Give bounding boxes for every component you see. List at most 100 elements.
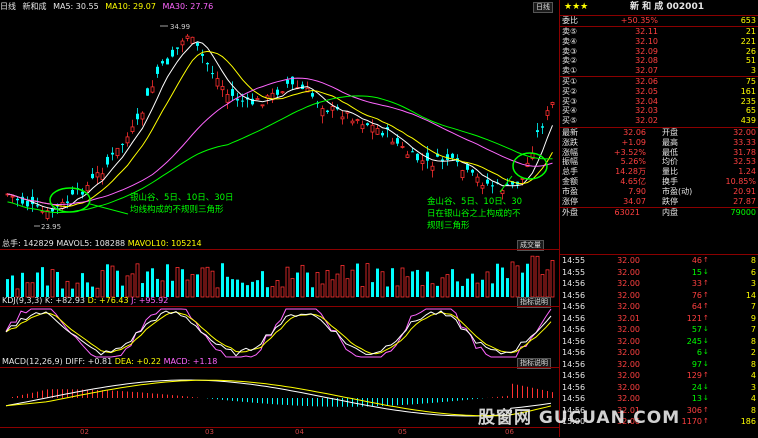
volume-bar <box>75 282 80 298</box>
bid-list: 买① 32.06 75 买② 32.05 161 买③ 32.04 235 买④ 32.03 65 买⑤… <box>560 76 758 126</box>
ask-volume: 3 <box>750 66 756 76</box>
candle-body <box>190 36 195 44</box>
arrow-down-icon: ↓ <box>703 325 709 333</box>
volume-bar <box>391 268 394 297</box>
volume-bar <box>156 278 159 297</box>
tick-count: 2 <box>750 348 756 357</box>
ask-label: 卖④ <box>562 36 578 46</box>
candle-body <box>71 189 74 195</box>
candle-body <box>206 63 209 65</box>
candle-body <box>340 116 345 120</box>
tick-count: 4 <box>750 394 756 403</box>
candle-body <box>370 124 375 133</box>
candle-body <box>201 53 204 56</box>
volume-bar <box>315 272 320 298</box>
volume-bar <box>405 276 410 298</box>
volume-bar <box>181 269 184 297</box>
candle-body <box>166 58 169 65</box>
volume-bar <box>411 271 414 297</box>
tick-time: 14:56 <box>562 348 586 357</box>
stat-value: +1.09 <box>621 137 646 147</box>
candle-body <box>475 176 480 183</box>
period-label[interactable]: 日线 <box>0 2 16 11</box>
volume-bar <box>50 269 55 298</box>
volume-bar <box>306 272 309 297</box>
volume-chart[interactable] <box>0 249 559 298</box>
volume-bar <box>21 272 24 297</box>
volume-bar <box>545 269 550 298</box>
volume-bar <box>215 287 220 298</box>
tick-count: 7 <box>750 325 756 334</box>
candle-body <box>95 172 100 178</box>
candle-body <box>400 146 405 148</box>
ask-price: 32.11 <box>635 27 658 36</box>
volume-bar <box>226 276 229 297</box>
ma10-line <box>7 50 553 208</box>
volume-bar <box>340 265 345 298</box>
tick-row: 14:56 32.00 129 4 ↑ <box>560 370 758 382</box>
volume-bar <box>30 282 35 298</box>
tick-volume: 97 <box>691 359 702 369</box>
ask-label: 卖⑤ <box>562 27 578 36</box>
stat-label-2: 开盘 <box>662 128 678 137</box>
quote-header: ★★★ 新 和 成 002001 <box>560 0 758 14</box>
stat-value-2: 20.91 <box>733 186 756 196</box>
volume-bar <box>166 264 169 297</box>
candle-body <box>10 195 15 198</box>
period-button[interactable]: 日线 <box>533 2 553 13</box>
candle-body <box>330 106 335 111</box>
ask-label: 卖② <box>562 56 578 66</box>
volume-bar <box>491 283 494 297</box>
candle-body <box>536 130 539 133</box>
ask-price: 32.07 <box>635 66 658 76</box>
stat-label: 市盈 <box>562 186 578 196</box>
ask-price: 32.10 <box>635 36 658 46</box>
macd-value: MACD: +1.18 <box>163 357 218 366</box>
arrow-up-icon: ↑ <box>703 405 709 414</box>
ask-label: 卖① <box>562 66 578 76</box>
volume-legend: 总手: 142829 MAVOL5: 108288 MAVOL10: 10521… <box>2 239 202 249</box>
candle-body <box>420 160 425 164</box>
stat-value-2: 32.00 <box>733 128 756 137</box>
volume-bar <box>550 260 555 298</box>
candle-body <box>215 78 220 87</box>
stat-label-2: 市盈(动) <box>662 186 693 196</box>
macd-chart[interactable] <box>0 367 559 428</box>
volume-bar <box>200 267 205 298</box>
ask-volume: 21 <box>745 27 756 36</box>
stock-terminal-window: 日线 新和成 MA5: 30.55 MA10: 29.07 MA30: 27.7… <box>0 0 758 437</box>
tick-time: 14:55 <box>562 267 586 277</box>
volume-bar <box>246 285 249 297</box>
bid-price: 32.02 <box>635 116 658 126</box>
bid-label: 买② <box>562 86 578 96</box>
outer-label: 外盘 <box>562 208 578 217</box>
annotation-gold-2: 日在银山谷之上构成的不 <box>427 209 521 219</box>
tick-count: 4 <box>750 371 756 380</box>
tick-count: 3 <box>750 382 756 392</box>
kdj-chart[interactable] <box>0 306 559 359</box>
candle-body <box>81 191 84 195</box>
volume-bar <box>365 263 370 298</box>
tick-list[interactable]: 14:55 32.00 46 8 ↑ 14:55 32.00 15 6 ↓ 14:56 32.00 33… <box>560 254 758 428</box>
candle-body <box>541 126 544 128</box>
volume-bar <box>151 268 154 297</box>
stat-label-2: 换手 <box>662 176 678 186</box>
kdj-d: D: +76.43 <box>87 296 129 305</box>
tick-count: 7 <box>750 302 756 311</box>
candle-body <box>320 108 325 117</box>
tick-count: 8 <box>750 336 756 346</box>
bid-price: 32.04 <box>635 96 658 106</box>
volume-bar <box>6 279 9 297</box>
candle-body <box>156 66 159 74</box>
tick-volume: 76 <box>691 290 702 300</box>
bid-label: 买⑤ <box>562 116 578 126</box>
candle-body <box>326 110 329 113</box>
chart-area: 日线 新和成 MA5: 30.55 MA10: 29.07 MA30: 27.7… <box>0 0 560 437</box>
candle-body <box>260 104 265 107</box>
candle-body <box>286 79 289 84</box>
bid-row: 买④ 32.03 65 <box>560 106 758 116</box>
candle-body <box>255 98 260 100</box>
volume-bar <box>251 281 254 297</box>
arrow-down-icon: ↓ <box>703 336 709 345</box>
candle-body <box>471 169 474 173</box>
